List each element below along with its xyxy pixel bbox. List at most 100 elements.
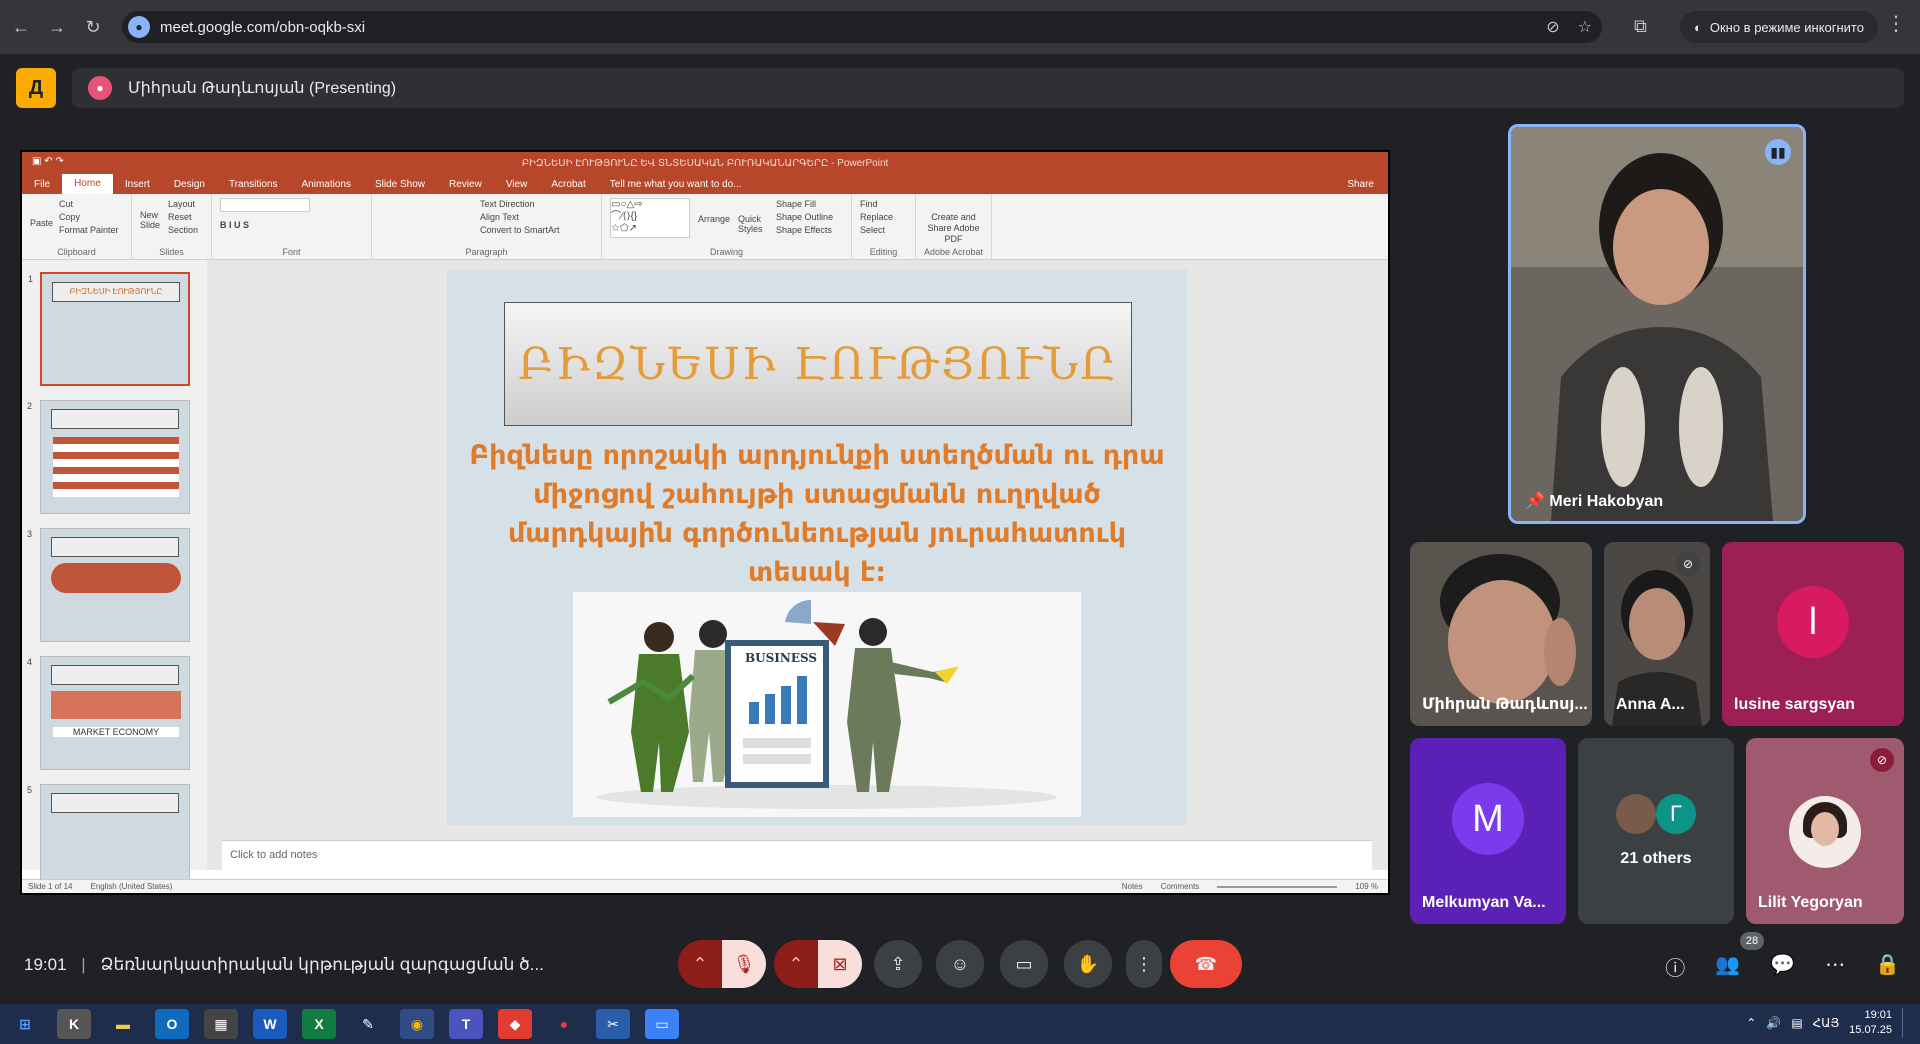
participant-avatar: M bbox=[1452, 783, 1524, 855]
people-icon[interactable]: 👥 bbox=[1715, 952, 1740, 981]
more-options-button[interactable]: ⋮ bbox=[1126, 940, 1162, 988]
slide-editor: ԲԻԶՆԵՍԻ ԷՈՒԹՅՈՒՆԸ Բիզնեսը որոշակի արդյու… bbox=[222, 260, 1372, 840]
slide-thumbnails: 1 ԲԻԶՆԵՍԻ ԷՈՒԹՅՈՒՆԸ 2 3 4 MARKET ECONOMY… bbox=[22, 260, 207, 893]
info-icon[interactable]: ⓘ bbox=[1665, 952, 1685, 981]
audio-options-button[interactable]: ⌃ bbox=[678, 940, 722, 988]
save-icon: ▣ ↶ ↷ bbox=[32, 156, 64, 167]
url-text[interactable]: meet.google.com/obn-oqkb-sxi bbox=[160, 19, 365, 36]
participant-tile[interactable]: l lusine sargsyan bbox=[1722, 542, 1904, 726]
outlook-icon[interactable]: O bbox=[155, 1009, 189, 1039]
group-label-editing: Editing bbox=[869, 247, 898, 257]
volume-icon[interactable]: 🔊 bbox=[1766, 1016, 1781, 1030]
app-k-icon[interactable]: K bbox=[57, 1009, 91, 1039]
meeting-time: 19:01 bbox=[24, 955, 67, 974]
forward-icon[interactable]: → bbox=[42, 12, 72, 42]
group-label-clipboard: Clipboard bbox=[57, 247, 96, 257]
meeting-info: 19:01 | Ձեռնարկատիրական կրթության զարգաց… bbox=[24, 955, 544, 974]
business-people-icon: BUSINESS bbox=[597, 599, 1057, 809]
current-slide: ԲԻԶՆԵՍԻ ԷՈՒԹՅՈՒՆԸ Բիզնեսը որոշակի արդյու… bbox=[447, 270, 1187, 825]
windows-start-icon[interactable]: ⊞ bbox=[8, 1009, 42, 1039]
app-pen-icon[interactable]: ✎ bbox=[351, 1009, 385, 1039]
reactions-button[interactable]: ☺ bbox=[936, 940, 984, 988]
host-controls-icon[interactable]: 🔒 bbox=[1875, 952, 1900, 981]
eye-off-icon[interactable]: ⊘ bbox=[1546, 17, 1559, 37]
star-icon[interactable]: ☆ bbox=[1578, 17, 1592, 37]
select-button: Select bbox=[860, 225, 886, 235]
chrome-icon[interactable]: ◉ bbox=[400, 1009, 434, 1039]
tab-animations: Animations bbox=[301, 178, 351, 190]
present-button[interactable]: ⇪ bbox=[874, 940, 922, 988]
calculator-icon[interactable]: ▦ bbox=[204, 1009, 238, 1039]
network-icon[interactable]: ▤ bbox=[1791, 1016, 1802, 1030]
ppt-status-bar: Slide 1 of 14 English (United States) No… bbox=[22, 879, 1388, 893]
participant-tile-pinned[interactable]: ▮▮ 📌 Meri Hakobyan bbox=[1508, 124, 1806, 524]
participant-tile[interactable]: ⊘ Lilit Yegoryan bbox=[1746, 738, 1904, 924]
replace-button: Replace bbox=[860, 212, 894, 222]
group-label-acrobat: Adobe Acrobat bbox=[923, 247, 984, 257]
slide-number: 3 bbox=[27, 529, 33, 539]
participant-tile[interactable]: M Melkumyan Va... bbox=[1410, 738, 1566, 924]
participant-tile[interactable]: Միհրան Թադևոսյ... bbox=[1410, 542, 1592, 726]
video-options-button[interactable]: ⌃ bbox=[774, 940, 818, 988]
camera-toggle-button[interactable]: ⊠ bbox=[818, 940, 862, 988]
excel-icon[interactable]: X bbox=[302, 1009, 336, 1039]
thumb-title bbox=[51, 409, 179, 429]
tab-slide-show: Slide Show bbox=[374, 178, 426, 190]
incognito-label: Окно в режиме инкогнито bbox=[1709, 19, 1864, 35]
chevron-up-icon: ⌃ bbox=[788, 953, 804, 974]
ribbon-group-paragraph: Text Direction Align Text Convert to Sma… bbox=[372, 194, 602, 259]
tray-chevron-icon[interactable]: ⌃ bbox=[1746, 1016, 1756, 1030]
browser-menu-icon[interactable]: ⋮ bbox=[1886, 14, 1906, 34]
app-window-icon[interactable]: ▭ bbox=[645, 1009, 679, 1039]
incognito-chip[interactable]: ◐ Окно в режиме инкогнито bbox=[1680, 11, 1878, 43]
captions-button[interactable]: ▭ bbox=[1000, 940, 1048, 988]
file-explorer-icon[interactable]: ▬ bbox=[106, 1009, 140, 1039]
system-clock[interactable]: 19:01 15.07.25 bbox=[1849, 1008, 1892, 1038]
others-avatar: Г bbox=[1656, 794, 1696, 834]
participant-tile[interactable]: ⊘ Anna A... bbox=[1604, 542, 1710, 726]
language-indicator[interactable]: ՀԱՅ bbox=[1813, 1016, 1840, 1030]
teams-icon[interactable]: T bbox=[449, 1009, 483, 1039]
new-slide-button: New Slide bbox=[140, 210, 161, 230]
ppt-ribbon-tabs: File Home Insert Design Transitions Anim… bbox=[22, 174, 1388, 194]
reload-icon[interactable]: ↻ bbox=[78, 12, 108, 42]
ribbon-group-font: B I U S Font bbox=[212, 194, 372, 259]
show-desktop-button[interactable] bbox=[1902, 1008, 1908, 1038]
word-icon[interactable]: W bbox=[253, 1009, 287, 1039]
slide-number: 4 bbox=[27, 657, 33, 667]
chevron-up-icon: ⌃ bbox=[692, 953, 708, 974]
slide-thumb: 4 MARKET ECONOMY bbox=[27, 656, 190, 770]
mic-off-icon: 🎙 bbox=[732, 953, 756, 974]
slide-thumb: 2 bbox=[27, 400, 190, 514]
shape-outline-button: Shape Outline bbox=[776, 212, 834, 222]
ribbon-group-editing: Find Replace Select Editing bbox=[852, 194, 916, 259]
activities-icon[interactable]: ⋯ bbox=[1825, 952, 1845, 981]
reset-button: Reset bbox=[168, 212, 192, 222]
raise-hand-button[interactable]: ✋ bbox=[1064, 940, 1112, 988]
presenting-bar: ● Միհրան Թադևոսյան (Presenting) bbox=[72, 68, 1904, 108]
chat-icon[interactable]: 💬 bbox=[1770, 952, 1795, 981]
status-zoom: 109 % bbox=[1355, 882, 1378, 891]
status-slide-count: Slide 1 of 14 bbox=[28, 882, 73, 891]
leave-call-button[interactable]: ☎ bbox=[1170, 940, 1242, 988]
participant-name: 📌 Meri Hakobyan bbox=[1525, 491, 1663, 511]
mic-toggle-button[interactable]: 🎙 bbox=[722, 940, 766, 988]
snipping-tool-icon[interactable]: ✂ bbox=[596, 1009, 630, 1039]
back-icon[interactable]: ← bbox=[6, 12, 36, 42]
quick-styles-button: Quick Styles bbox=[738, 214, 763, 234]
windows-taskbar: ⊞ K ▬ O ▦ W X ✎ ◉ T ◆ ● ✂ ▭ ⌃ 🔊 ▤ ՀԱՅ 19… bbox=[0, 1004, 1920, 1044]
thumb-title bbox=[51, 793, 179, 813]
address-bar[interactable]: ● meet.google.com/obn-oqkb-sxi ⊘ ☆ bbox=[122, 11, 1602, 43]
participant-name: Lilit Yegoryan bbox=[1758, 894, 1863, 911]
thumb-title bbox=[51, 665, 179, 685]
tab-design: Design bbox=[173, 178, 205, 190]
incognito-icon: ◐ bbox=[1694, 19, 1702, 35]
participant-name: Միհրան Թադևոսյ... bbox=[1422, 696, 1588, 713]
extensions-icon[interactable]: ⧉ bbox=[1634, 16, 1647, 37]
record-icon[interactable]: ● bbox=[547, 1009, 581, 1039]
anydesk-icon[interactable]: ◆ bbox=[498, 1009, 532, 1039]
group-label-drawing: Drawing bbox=[709, 247, 743, 257]
others-tile[interactable]: Г 21 others bbox=[1578, 738, 1734, 924]
participant-avatar: l bbox=[1777, 586, 1849, 658]
mic-site-icon[interactable]: ● bbox=[128, 16, 150, 38]
